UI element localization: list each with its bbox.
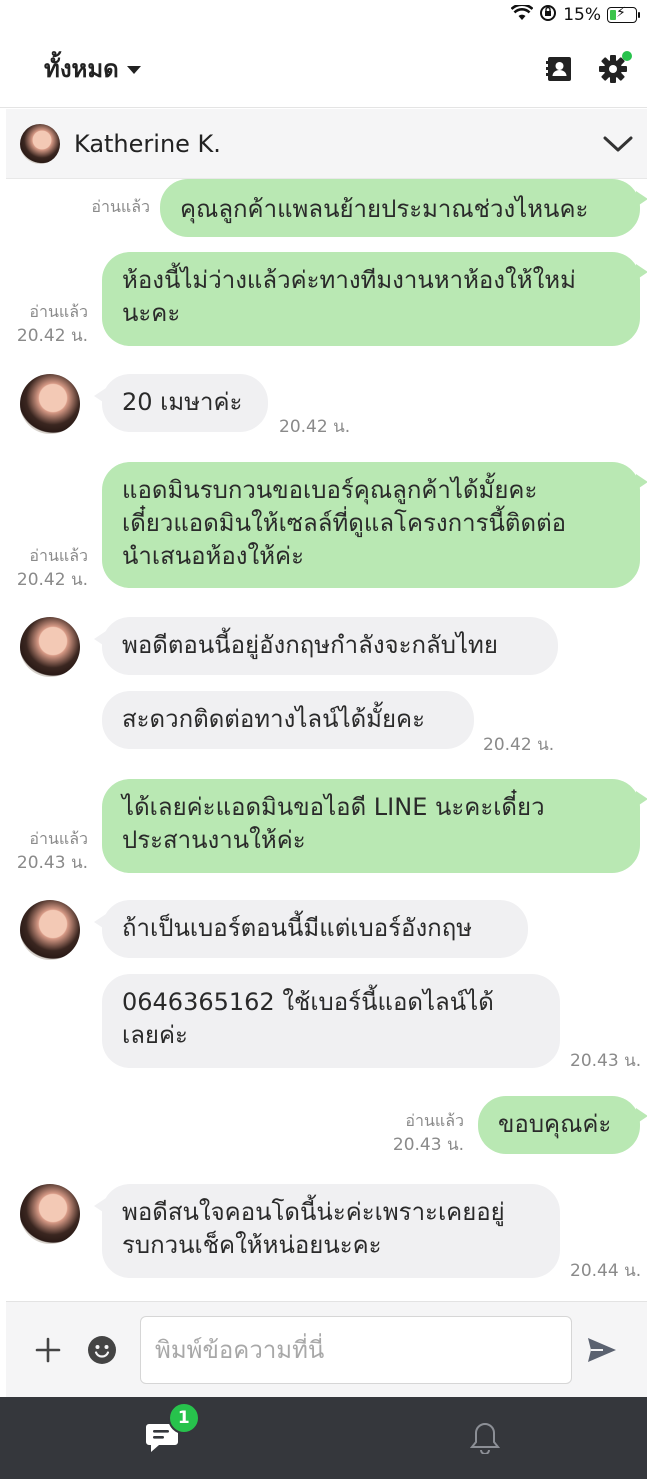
filter-label: ทั้งหมด: [44, 55, 119, 83]
read-receipt: อ่านแล้ว 20.43 น.: [16, 829, 88, 873]
avatar[interactable]: [20, 1184, 80, 1244]
incoming-message[interactable]: 20 เมษาค่ะ: [94, 374, 268, 432]
outgoing-message[interactable]: ได้เลยค่ะแอดมินขอไอดี LINE นะคะเดี๋ยว ปร…: [102, 779, 647, 873]
battery-icon: ⚡: [607, 5, 640, 23]
read-receipt: อ่านแล้ว 20.43 น.: [392, 1111, 464, 1155]
status-bar: 15% ⚡: [0, 0, 647, 30]
message-composer: [6, 1301, 647, 1397]
read-receipt: อ่านแล้ว: [91, 197, 150, 216]
outgoing-message[interactable]: ห้องนี้ไม่ว่างแล้วค่ะทางทีมงานหาห้องให้ใ…: [102, 252, 647, 346]
contacts-button[interactable]: [543, 53, 575, 85]
chevron-down-icon: [603, 136, 633, 151]
message-list[interactable]: อ่านแล้ว คุณลูกค้าแพลนย้ายประมาณช่วงไหนค…: [6, 179, 647, 1301]
avatar[interactable]: [20, 617, 80, 677]
message-time: 20.43 น.: [570, 1051, 642, 1071]
read-receipt: อ่านแล้ว 20.42 น.: [16, 302, 88, 346]
nav-notifications[interactable]: [465, 1418, 505, 1458]
emoji-icon: [88, 1335, 116, 1364]
caret-down-icon: [126, 65, 141, 74]
bottom-nav: 1: [0, 1397, 647, 1479]
incoming-message[interactable]: พอดีตอนนี้อยู่อังกฤษกำลังจะกลับไทย: [94, 617, 558, 675]
bell-icon: [470, 1422, 501, 1454]
send-icon: [588, 1337, 616, 1362]
message-input[interactable]: [140, 1315, 572, 1384]
orientation-lock-icon: [539, 4, 557, 27]
incoming-message[interactable]: สะดวกติดต่อทางไลน์ได้มั้ยคะ: [102, 691, 474, 749]
contact-book-icon: [546, 56, 571, 81]
incoming-message[interactable]: ถ้าเป็นเบอร์ตอนนี้มีแต่เบอร์อังกฤษ: [94, 900, 528, 958]
outgoing-message[interactable]: คุณลูกค้าแพลนย้ายประมาณช่วงไหนคะ: [160, 179, 647, 237]
unread-badge: 1: [167, 1402, 200, 1434]
app-header: ทั้งหมด: [0, 30, 647, 108]
sticker-button[interactable]: [86, 1334, 118, 1366]
message-time: 20.42 น.: [483, 735, 555, 755]
send-button[interactable]: [586, 1334, 618, 1366]
incoming-message[interactable]: 0646365162 ใช้เบอร์นี้แอดไลน์ได้ เลยค่ะ: [102, 974, 560, 1068]
wifi-icon: [510, 2, 534, 26]
outgoing-message[interactable]: ขอบคุณค่ะ: [478, 1096, 647, 1154]
battery-percent: 15%: [563, 5, 601, 25]
chat-header[interactable]: Katherine K.: [6, 109, 647, 179]
settings-button[interactable]: [597, 50, 632, 85]
add-attachment-button[interactable]: [32, 1334, 64, 1366]
settings-notification-dot: [622, 50, 632, 61]
message-time: 20.44 น.: [570, 1261, 642, 1281]
avatar[interactable]: [20, 123, 60, 164]
nav-chats[interactable]: 1: [142, 1402, 200, 1458]
incoming-message[interactable]: พอดีสนใจคอนโดนี้น่ะค่ะเพราะเคยอยู่ รบกวน…: [94, 1184, 560, 1278]
contact-name: Katherine K.: [74, 129, 221, 158]
outgoing-message[interactable]: แอดมินรบกวนขอเบอร์คุณลูกค้าได้มั้ยคะ เดี…: [102, 462, 647, 588]
collapse-button[interactable]: [603, 129, 633, 159]
avatar[interactable]: [20, 900, 80, 960]
chat-filter-dropdown[interactable]: ทั้งหมด: [44, 49, 141, 88]
plus-icon: [35, 1337, 61, 1362]
avatar[interactable]: [20, 374, 80, 434]
message-time: 20.42 น.: [279, 417, 351, 437]
read-receipt: อ่านแล้ว 20.42 น.: [16, 546, 88, 590]
